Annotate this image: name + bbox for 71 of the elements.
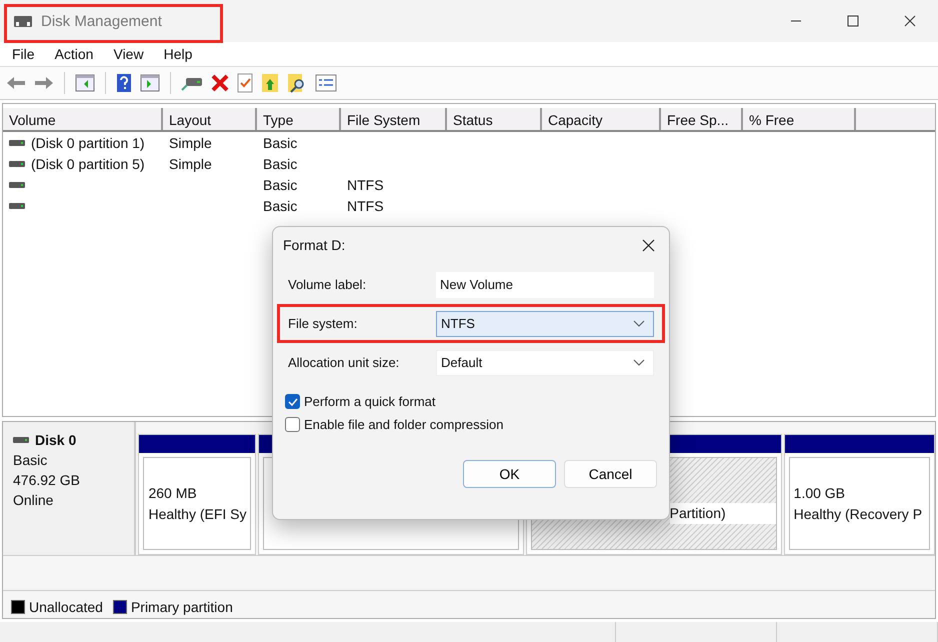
drive-icon: [13, 436, 29, 444]
column-header[interactable]: File System: [341, 108, 447, 130]
table-cell: NTFS: [347, 198, 384, 214]
table-cell: Simple: [169, 156, 212, 172]
input-field[interactable]: New Volume: [436, 272, 654, 298]
column-header[interactable]: Layout: [163, 108, 257, 130]
partition-label: Healthy (Recovery P: [794, 504, 924, 524]
drive-icon: [9, 160, 25, 168]
folder-up-icon[interactable]: [261, 73, 279, 93]
column-header[interactable]: Type: [257, 108, 341, 130]
delete-icon[interactable]: [211, 74, 229, 92]
window-title: Disk Management: [41, 12, 162, 30]
close-icon[interactable]: [642, 238, 655, 252]
drive-icon: [9, 202, 25, 210]
table-cell: Basic: [263, 198, 298, 214]
drive-icon[interactable]: [181, 75, 203, 91]
dialog-title: Format D:: [283, 237, 346, 253]
table-cell: (Disk 0 partition 5): [31, 156, 145, 172]
legend-label: Primary partition: [130, 598, 233, 615]
disk-status: Online: [13, 491, 54, 510]
panel-icon[interactable]: [140, 74, 160, 92]
dialog-button[interactable]: OK: [463, 460, 556, 488]
column-header[interactable]: % Free: [743, 108, 856, 130]
table-cell: Simple: [169, 134, 212, 150]
checked-document-icon[interactable]: [237, 73, 253, 93]
partition-label: Partition): [670, 503, 776, 524]
field-label: Allocation unit size:: [288, 355, 400, 370]
table-cell: Basic: [263, 156, 298, 172]
table-cell: Basic: [263, 176, 298, 192]
table-cell: Basic: [263, 134, 298, 150]
chevron-down-icon: [633, 320, 645, 328]
help-icon[interactable]: [116, 73, 132, 93]
dialog-button[interactable]: Cancel: [564, 460, 657, 488]
disk-type: Basic: [13, 451, 48, 470]
partition-label: 1.00 GB: [794, 484, 846, 503]
disk-size: 476.92 GB: [13, 471, 81, 490]
chevron-down-icon: [633, 358, 645, 366]
forward-arrow-icon[interactable]: [34, 75, 54, 91]
partition-label: 260 MB: [148, 484, 198, 503]
drive-icon: [9, 180, 25, 188]
column-header[interactable]: Free Sp...: [661, 108, 743, 130]
partition-label: Healthy (EFI Sy: [148, 504, 248, 524]
checkbox[interactable]: [285, 394, 300, 409]
close-icon[interactable]: [904, 15, 916, 27]
properties-icon[interactable]: [315, 74, 337, 92]
dropdown[interactable]: Default: [436, 350, 654, 376]
table-cell: (Disk 0 partition 1): [31, 134, 145, 150]
partition-block[interactable]: 260 MB Healthy (EFI Sy: [143, 457, 251, 550]
column-header[interactable]: Status: [447, 108, 542, 130]
column-header[interactable]: Capacity: [542, 108, 661, 130]
maximize-icon[interactable]: [847, 15, 859, 27]
back-arrow-icon[interactable]: [6, 75, 26, 91]
disk-name: Disk 0: [35, 431, 76, 450]
table-cell: NTFS: [347, 176, 384, 192]
checkbox-label[interactable]: Perform a quick format: [304, 394, 436, 409]
menu-item[interactable]: Help: [164, 46, 192, 62]
checkbox-label[interactable]: Enable file and folder compression: [304, 417, 504, 432]
field-label: File system:: [288, 316, 358, 331]
dropdown[interactable]: NTFS: [436, 310, 654, 336]
field-label: Volume label:: [288, 277, 366, 292]
legend-label: Unallocated: [29, 598, 103, 615]
checkbox[interactable]: [285, 417, 300, 432]
disk-drive-icon: [13, 13, 33, 29]
column-header[interactable]: Volume: [3, 108, 163, 130]
partition-block[interactable]: 1.00 GB Healthy (Recovery P: [788, 457, 930, 550]
menu-item[interactable]: File: [12, 46, 35, 62]
drive-icon: [9, 138, 25, 146]
menu-item[interactable]: View: [113, 46, 144, 62]
menu-item[interactable]: Action: [54, 46, 94, 62]
checkmark-icon: [286, 396, 298, 406]
panel-icon[interactable]: [75, 74, 95, 92]
